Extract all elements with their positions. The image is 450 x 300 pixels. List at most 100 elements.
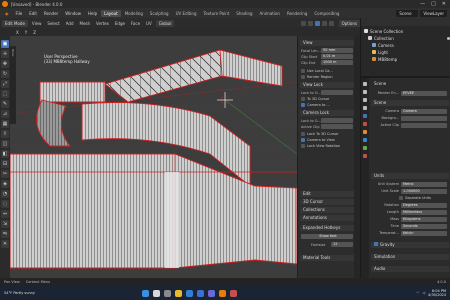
outliner-row-scene-collection[interactable]: Scene Collection [364, 28, 450, 34]
options-button[interactable]: Options [338, 19, 360, 27]
n-section-expanded-hotkeys[interactable]: Expanded Hotkeys [300, 225, 354, 231]
render-engine-select[interactable]: EEVEE [401, 90, 447, 96]
unit-system-select[interactable]: Metric [401, 181, 447, 187]
scene-tab-icon[interactable] [363, 114, 367, 118]
clock[interactable]: 6:04 PM 4/30/2024 [428, 289, 446, 297]
select-box-icon[interactable]: ▣ [1, 40, 9, 48]
focal-length-field[interactable]: 50 mm [321, 48, 353, 53]
inset-icon[interactable]: ◫ [1, 140, 9, 148]
object-tab-icon[interactable] [363, 130, 367, 134]
scene-selector[interactable]: Scene [396, 9, 419, 17]
workspace-tab-compositing[interactable]: Compositing [311, 10, 342, 17]
workspace-tab-layout[interactable]: Layout [101, 9, 121, 17]
workspace-tab-rendering[interactable]: Rendering [284, 10, 310, 17]
show-text-button[interactable]: Show text [301, 234, 353, 239]
menu-blender-icon[interactable]: ◉ [2, 10, 12, 17]
p-section-units[interactable]: Units [371, 173, 449, 179]
axis-x-toggle[interactable]: X [14, 30, 21, 35]
view-layer-tab-icon[interactable] [363, 106, 367, 110]
render-tab-icon[interactable] [363, 90, 367, 94]
search-icon[interactable] [153, 289, 160, 297]
menu-help[interactable]: Help [85, 10, 100, 17]
workspace-tab-shading[interactable]: Shading [233, 10, 255, 17]
mode-selector[interactable]: Edit Mode [2, 19, 28, 27]
length-select[interactable]: Millimeters [401, 209, 447, 215]
minimize-button[interactable]: — [420, 1, 425, 7]
shading-rendered-icon[interactable] [328, 20, 334, 26]
transform-icon[interactable]: ⬚ [1, 90, 9, 98]
lock-object-field[interactable] [321, 90, 353, 95]
shading-material-icon[interactable] [321, 20, 327, 26]
n-section-collections[interactable]: Collections [300, 207, 354, 213]
lock-object2-field[interactable] [321, 118, 353, 123]
3d-viewport[interactable] [10, 36, 297, 278]
separate-units-checkbox[interactable] [399, 196, 403, 200]
p-section-scene[interactable]: Scene [371, 100, 449, 106]
workspace-tab-uv-editing[interactable]: UV Editing [173, 10, 200, 17]
workspace-tab-modeling[interactable]: Modeling [122, 10, 146, 17]
explorer-icon[interactable] [175, 289, 182, 297]
annotate-icon[interactable]: ✎ [1, 100, 9, 108]
p-section-audio[interactable]: Audio [371, 266, 449, 272]
mass-select[interactable]: Kilograms [401, 216, 447, 222]
viewport-menu-uv[interactable]: UV [144, 20, 154, 27]
shading-solid-icon[interactable] [314, 20, 320, 26]
start-icon[interactable] [142, 289, 149, 297]
lock-3d-cursor-checkbox[interactable] [301, 96, 305, 101]
p-section-gravity[interactable]: Gravity [371, 242, 449, 248]
app-icon[interactable] [230, 289, 237, 297]
lock-3d-cursor2-checkbox[interactable] [301, 131, 305, 136]
tools-sidebar-tab[interactable]: Tools [10, 46, 16, 124]
task-view-icon[interactable] [164, 289, 171, 297]
slide-icon[interactable]: ⇔ [1, 210, 9, 218]
active-clip-field[interactable] [401, 122, 447, 128]
n-section-material-tools[interactable]: Material Tools [300, 255, 354, 261]
viewport-menu-mesh[interactable]: Mesh [78, 20, 93, 27]
axis-z-toggle[interactable]: Z [31, 30, 38, 35]
viewport-menu-view[interactable]: View [30, 20, 44, 27]
weather-widget[interactable]: 54°F Partly sunny [0, 291, 60, 295]
viewport-menu-vertex[interactable]: Vertex [94, 20, 111, 27]
overlay-icon[interactable] [300, 20, 306, 26]
close-button[interactable]: ✕ [442, 1, 446, 7]
blender-taskbar-icon[interactable] [219, 289, 226, 297]
p-section-simulation[interactable]: Simulation [371, 254, 449, 260]
use-local-camera-checkbox[interactable] [301, 68, 305, 73]
lock-view-rotation-checkbox[interactable] [301, 143, 305, 148]
n-section-camera-lock[interactable]: Camera Lock [300, 110, 354, 116]
workspace-tab-animation[interactable]: Animation [257, 10, 283, 17]
maximize-button[interactable]: □ [431, 1, 436, 7]
camera-field[interactable]: Camera [401, 108, 447, 114]
render-region-checkbox[interactable] [301, 74, 305, 79]
knife-icon[interactable]: ✂ [1, 170, 9, 178]
move-icon[interactable]: ✥ [1, 60, 9, 68]
outliner-row-mb8temp[interactable]: MB8temp [372, 56, 450, 62]
tool-tab-icon[interactable] [363, 82, 367, 86]
menu-file[interactable]: File [13, 10, 26, 17]
viewport-menu-edge[interactable]: Edge [113, 20, 127, 27]
volume-icon[interactable]: ◁ [422, 291, 425, 295]
n-section-view-lock[interactable]: View Lock [300, 82, 354, 88]
extrude-icon[interactable]: ⇧ [1, 130, 9, 138]
output-tab-icon[interactable] [363, 98, 367, 102]
menu-edit[interactable]: Edit [26, 10, 40, 17]
gravity-checkbox[interactable] [374, 242, 378, 246]
wifi-icon[interactable]: ◠ [416, 291, 419, 295]
data-tab-icon[interactable] [363, 146, 367, 150]
menu-render[interactable]: Render [41, 10, 61, 17]
axis-y-toggle[interactable]: Y [23, 30, 29, 35]
measure-icon[interactable]: ⊿ [1, 110, 9, 118]
modifier-tab-icon[interactable] [363, 138, 367, 142]
active-clip-field[interactable] [321, 124, 353, 129]
shrink-icon[interactable]: ⇲ [1, 220, 9, 228]
n-section-annotations[interactable]: Annotations [300, 215, 354, 221]
outliner-row-light[interactable]: Light [372, 49, 450, 55]
world-tab-icon[interactable] [363, 122, 367, 126]
time-select[interactable]: Seconds [401, 223, 447, 229]
cursor-icon[interactable]: ✛ [1, 50, 9, 58]
viewport-menu-add[interactable]: Add [64, 20, 76, 27]
clip-end-field[interactable]: 1000 m [321, 60, 353, 65]
font-size-field[interactable]: 12 [331, 242, 353, 247]
bevel-icon[interactable]: ◧ [1, 150, 9, 158]
scale-icon[interactable]: ⤢ [1, 80, 9, 88]
